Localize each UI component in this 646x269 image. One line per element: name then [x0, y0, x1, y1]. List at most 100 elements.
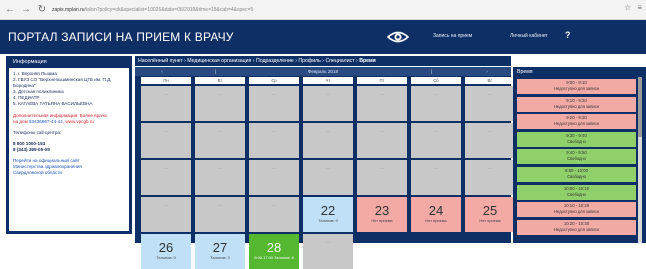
breadcrumb-item[interactable]: Специалист — [325, 58, 354, 64]
time-slots-panel: Время 9:00 - 9:10 Недоступно для записи 9:… — [513, 67, 646, 243]
breadcrumb-separator: › — [322, 58, 325, 64]
day-note: 9:00-17:00 Талонов: 8 — [254, 255, 294, 260]
time-slot[interactable]: 9:10 - 9:20 Недоступно для записи — [517, 96, 636, 112]
scroll-thumb[interactable] — [638, 77, 642, 137]
time-slot[interactable]: 9:50 - 10:00 Свободно — [517, 167, 636, 182]
slot-status: Недоступно для записи — [554, 226, 599, 232]
day-placeholder: — — [272, 165, 276, 170]
calendar-day[interactable]: 22 Талонов: 0 — [303, 197, 353, 232]
day-placeholder: — — [326, 128, 330, 133]
time-slot[interactable]: 9:20 - 9:30 Недоступно для записи — [517, 114, 636, 130]
calendar-day-empty: — — [249, 160, 299, 195]
eye-icon[interactable] — [387, 29, 409, 45]
day-placeholder: — — [164, 91, 168, 96]
day-note: Талонов: 0 — [210, 255, 230, 260]
help-button[interactable]: ? — [565, 30, 571, 40]
reload-icon[interactable]: ↻ — [36, 3, 48, 17]
times-heading: Время — [517, 69, 533, 75]
weekday-label: Пт — [357, 77, 407, 84]
slot-status: Свободно — [567, 191, 586, 197]
day-placeholder: — — [434, 165, 438, 170]
time-slot[interactable]: 9:00 - 9:10 Недоступно для записи — [517, 79, 636, 94]
breadcrumb-item[interactable]: Профиль — [298, 58, 320, 64]
weekday-label: Пн — [141, 77, 191, 84]
slot-status: Свободно — [567, 156, 586, 162]
day-note: Нет приема — [425, 218, 447, 223]
time-slot[interactable]: 10:00 - 10:10 Свободно — [517, 184, 636, 200]
breadcrumb-separator: › — [184, 58, 186, 64]
calendar-day-empty: — — [141, 197, 191, 232]
day-number: 24 — [428, 203, 444, 218]
weekday-label: Сб — [411, 77, 461, 84]
day-placeholder: — — [380, 91, 384, 96]
calendar-day-empty: — — [141, 123, 191, 158]
scrollbar[interactable] — [638, 77, 642, 243]
account-link[interactable]: Личный кабинет — [510, 33, 548, 39]
calendar-day[interactable]: 25 Нет приема — [465, 197, 515, 232]
weekday-label: Чт — [303, 77, 353, 84]
weekday-label: Вс — [465, 77, 515, 84]
day-placeholder: — — [164, 128, 168, 133]
bookmark-star-icon[interactable]: ☆ — [624, 3, 631, 12]
calendar-day-empty: — — [141, 160, 191, 195]
slot-time: 10:10 - 10:20 — [563, 203, 590, 209]
breadcrumb-item[interactable]: Населённый пункт — [138, 58, 183, 64]
day-placeholder: — — [164, 165, 168, 170]
day-placeholder: — — [380, 165, 384, 170]
next-month-button[interactable]: › — [482, 69, 492, 74]
address-bar[interactable]: zapis.mplan.ru/talon?policy=ok&specialis… — [52, 4, 552, 16]
time-slot[interactable]: 10:20 - 10:30 Недоступно для записи — [517, 219, 636, 235]
calendar-day-empty: — — [141, 86, 191, 121]
weekday-label: Ср — [249, 77, 299, 84]
day-placeholder: — — [272, 91, 276, 96]
slot-time: 10:20 - 10:30 — [563, 220, 590, 226]
calendar: ‹ | Февраль 2018 | › Пн Вт Ср Чт Пт Сб Вс — — — —… — [135, 67, 515, 269]
calendar-day-empty: — — [411, 123, 461, 158]
day-placeholder: — — [218, 91, 222, 96]
calendar-day[interactable]: 23 Нет приема — [357, 197, 407, 232]
breadcrumb-separator: › — [356, 58, 358, 64]
calendar-day[interactable]: 26 Талонов: 0 — [141, 234, 191, 269]
day-placeholder: — — [326, 91, 330, 96]
breadcrumb-item[interactable]: Медицинская организация — [187, 58, 251, 64]
appointment-link[interactable]: Запись на прием — [433, 33, 472, 39]
calendar-day-empty: — — [465, 123, 515, 158]
breadcrumb-separator: › — [252, 58, 255, 64]
time-slot[interactable]: 10:10 - 10:20 Недоступно для записи — [517, 202, 636, 218]
calendar-day[interactable]: 28 9:00-17:00 Талонов: 8 — [249, 234, 299, 269]
day-placeholder: — — [488, 91, 492, 96]
extra-phone-link[interactable]: 83436867-44-44 — [29, 119, 63, 124]
calendar-day-empty: — — [249, 197, 299, 232]
breadcrumb-item[interactable]: Подразделение — [256, 58, 294, 64]
calendar-day-empty: — — [411, 86, 461, 121]
slot-time: 9:20 - 9:30 — [566, 115, 587, 121]
calendar-day-empty: — — [249, 123, 299, 158]
day-placeholder: — — [326, 239, 330, 244]
day-placeholder: — — [488, 128, 492, 133]
ministry-link[interactable]: Свердловской области — [13, 170, 125, 176]
forward-icon[interactable]: → — [20, 3, 32, 17]
day-placeholder: — — [434, 91, 438, 96]
header-divider: | — [431, 69, 433, 74]
calendar-day[interactable]: 27 Талонов: 0 — [195, 234, 245, 269]
calendar-day-empty: — — [195, 197, 245, 232]
time-slot[interactable]: 9:30 - 9:40 Свободно — [517, 131, 636, 147]
url-host: zapis.mplan.ru — [52, 7, 85, 13]
day-placeholder: — — [326, 165, 330, 170]
calendar-day[interactable]: 24 Нет приема — [411, 197, 461, 232]
day-placeholder: — — [434, 128, 438, 133]
slot-time: 9:10 - 9:20 — [566, 97, 587, 103]
calendar-day-empty: — — [249, 86, 299, 121]
day-number: 22 — [320, 203, 336, 218]
info-heading: Информация — [9, 56, 129, 68]
slot-status: Свободно — [567, 138, 586, 144]
day-number: 25 — [482, 203, 498, 218]
url-path: /talon?policy=ok&specialist=10026&date=0… — [84, 7, 254, 13]
menu-icon[interactable]: ≡ — [637, 3, 642, 12]
back-icon[interactable]: ← — [4, 3, 16, 17]
month-label: Февраль 2018 — [307, 69, 339, 74]
breadcrumb-current: Время — [359, 58, 376, 64]
day-placeholder: — — [218, 202, 222, 207]
calendar-day-empty: — — [357, 86, 407, 121]
time-slot[interactable]: 9:40 - 9:50 Свободно — [517, 149, 636, 165]
